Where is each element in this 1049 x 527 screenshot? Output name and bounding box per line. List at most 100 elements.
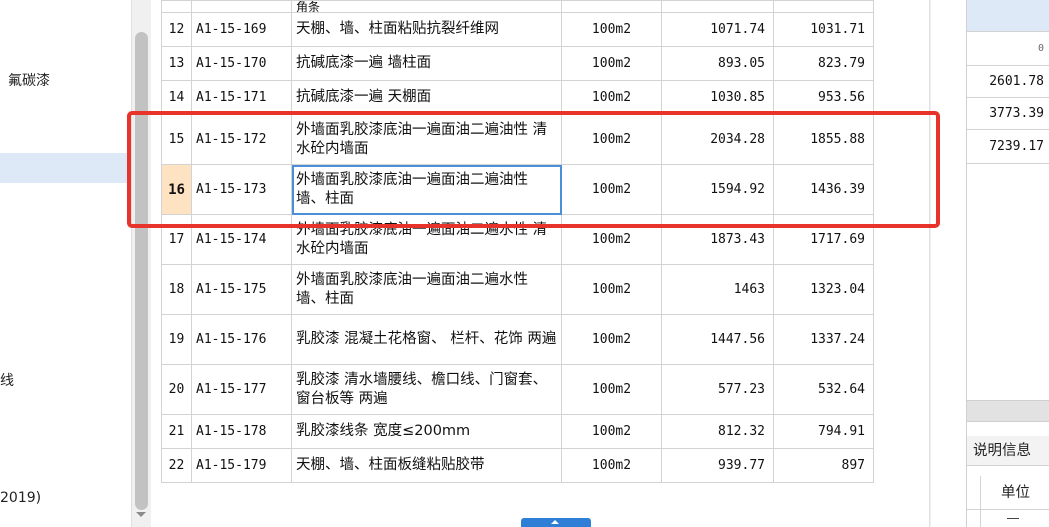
row-number: 13 bbox=[161, 46, 192, 81]
row-name: 外墙面乳胶漆底油一遍面油二遍油性 清水砼内墙面 bbox=[291, 114, 562, 165]
table-row-selected[interactable]: 16 A1-15-173 外墙面乳胶漆底油一遍面油二遍油性 墙、柱面 100m2… bbox=[161, 164, 874, 215]
unit-column-header[interactable]: 单位 bbox=[981, 476, 1049, 510]
table-row[interactable]: 20 A1-15-177 乳胶漆 清水墙腰线、檐口线、门窗套、窗台板等 两遍 1… bbox=[161, 364, 874, 415]
row-price2: 1717.69 bbox=[773, 214, 874, 265]
panel-collapse-tab[interactable] bbox=[521, 518, 591, 527]
row-price2: 1031.71 bbox=[773, 12, 874, 47]
quota-table: 角条 12 A1-15-169 天棚、墙、柱面粘贴抗裂纤维网 100m2 107… bbox=[161, 0, 874, 483]
scroll-down-arrow-icon[interactable] bbox=[136, 512, 146, 517]
right-value-small: 0 bbox=[967, 32, 1049, 66]
row-price1: 1030.85 bbox=[661, 80, 774, 115]
table-row-partial[interactable]: 角条 bbox=[161, 0, 874, 13]
row-name: 乳胶漆 清水墙腰线、檐口线、门窗套、窗台板等 两遍 bbox=[291, 364, 562, 415]
right-panel-selected-row[interactable] bbox=[967, 0, 1049, 32]
row-code: A1-15-170 bbox=[191, 46, 292, 81]
row-price1: 893.05 bbox=[661, 46, 774, 81]
row-price2: 1855.88 bbox=[773, 114, 874, 165]
row-number: 17 bbox=[161, 214, 192, 265]
table-row[interactable]: 21 A1-15-178 乳胶漆线条 宽度≤200mm 100m2 812.32… bbox=[161, 414, 874, 449]
row-unit: 100m2 bbox=[561, 414, 662, 449]
row-name: 抗碱底漆一遍 天棚面 bbox=[291, 80, 562, 115]
row-unit: 100m2 bbox=[561, 114, 662, 165]
row-price1: 1594.92 bbox=[661, 164, 774, 215]
row-price2: 1323.04 bbox=[773, 264, 874, 315]
row-unit: 100m2 bbox=[561, 364, 662, 415]
row-code: A1-15-175 bbox=[191, 264, 292, 315]
row-number: 15 bbox=[161, 114, 192, 165]
table-row[interactable]: 19 A1-15-176 乳胶漆 混凝土花格窗、 栏杆、花饰 两遍 100m2 … bbox=[161, 314, 874, 365]
row-price2: 1337.24 bbox=[773, 314, 874, 365]
row-price1: 1873.43 bbox=[661, 214, 774, 265]
left-scrollbar-thumb[interactable] bbox=[135, 32, 148, 510]
row-price2: 1436.39 bbox=[773, 164, 874, 215]
row-name: 天棚、墙、柱面板缝粘贴胶带 bbox=[291, 448, 562, 483]
unit-row-number bbox=[967, 510, 981, 527]
table-row[interactable]: 15 A1-15-172 外墙面乳胶漆底油一遍面油二遍油性 清水砼内墙面 100… bbox=[161, 114, 874, 165]
row-number bbox=[161, 0, 192, 13]
row-name[interactable]: 外墙面乳胶漆底油一遍面油二遍油性 墙、柱面 bbox=[291, 164, 562, 215]
table-row[interactable]: 17 A1-15-174 外墙面乳胶漆底油一遍面油二遍水性 清水砼内墙面 100… bbox=[161, 214, 874, 265]
unit-row bbox=[967, 510, 1049, 527]
row-price2: 532.64 bbox=[773, 364, 874, 415]
right-panel-splitter[interactable] bbox=[967, 400, 1049, 422]
row-name: 角条 bbox=[291, 0, 562, 13]
row-unit: 100m2 bbox=[561, 448, 662, 483]
row-name: 外墙面乳胶漆底油一遍面油二遍水性 墙、柱面 bbox=[291, 264, 562, 315]
left-selected-item[interactable] bbox=[0, 153, 130, 183]
row-price1: 1071.74 bbox=[661, 12, 774, 47]
row-number: 21 bbox=[161, 414, 192, 449]
row-price1: 577.23 bbox=[661, 364, 774, 415]
quota-list-panel: 角条 12 A1-15-169 天棚、墙、柱面粘贴抗裂纤维网 100m2 107… bbox=[151, 0, 951, 527]
row-number: 22 bbox=[161, 448, 192, 483]
row-price2: 953.56 bbox=[773, 80, 874, 115]
left-scrollbar[interactable] bbox=[131, 0, 151, 527]
row-unit: 100m2 bbox=[561, 314, 662, 365]
row-code bbox=[191, 0, 292, 13]
row-number: 19 bbox=[161, 314, 192, 365]
row-unit: 100m2 bbox=[561, 214, 662, 265]
row-price2: 823.79 bbox=[773, 46, 874, 81]
row-price1: 1447.56 bbox=[661, 314, 774, 365]
row-code: A1-15-173 bbox=[191, 164, 292, 215]
row-number: 18 bbox=[161, 264, 192, 315]
row-name: 外墙面乳胶漆底油一遍面油二遍水性 清水砼内墙面 bbox=[291, 214, 562, 265]
row-name: 乳胶漆 混凝土花格窗、 栏杆、花饰 两遍 bbox=[291, 314, 562, 365]
row-unit: 100m2 bbox=[561, 264, 662, 315]
right-value: 3773.39 bbox=[967, 98, 1049, 130]
row-code: A1-15-171 bbox=[191, 80, 292, 115]
row-price2: 897 bbox=[773, 448, 874, 483]
row-name: 抗碱底漆一遍 墙柱面 bbox=[291, 46, 562, 81]
left-item-fluorocarbon[interactable]: 氟碳漆 bbox=[8, 70, 50, 90]
row-unit: 100m2 bbox=[561, 80, 662, 115]
row-number: 16 bbox=[161, 164, 192, 215]
row-unit: 100m2 bbox=[561, 46, 662, 81]
left-tree-panel: 氟碳漆 线 2019) bbox=[0, 0, 132, 527]
quota-table-wrapper: 角条 12 A1-15-169 天棚、墙、柱面粘贴抗裂纤维网 100m2 107… bbox=[161, 0, 874, 483]
info-section-title[interactable]: 说明信息 bbox=[967, 436, 1049, 466]
left-item-2019[interactable]: 2019) bbox=[0, 490, 41, 506]
right-detail-panel: 0 2601.78 3773.39 7239.17 说明信息 单位 bbox=[966, 0, 1049, 527]
row-code: A1-15-179 bbox=[191, 448, 292, 483]
row-unit: 100m2 bbox=[561, 164, 662, 215]
table-row[interactable]: 22 A1-15-179 天棚、墙、柱面板缝粘贴胶带 100m2 939.77 … bbox=[161, 448, 874, 483]
table-row[interactable]: 18 A1-15-175 外墙面乳胶漆底油一遍面油二遍水性 墙、柱面 100m2… bbox=[161, 264, 874, 315]
row-number: 12 bbox=[161, 12, 192, 47]
table-row[interactable]: 12 A1-15-169 天棚、墙、柱面粘贴抗裂纤维网 100m2 1071.7… bbox=[161, 12, 874, 47]
row-price2 bbox=[773, 0, 874, 13]
row-number: 14 bbox=[161, 80, 192, 115]
row-unit bbox=[561, 0, 662, 13]
row-price1 bbox=[661, 0, 774, 13]
row-unit: 100m2 bbox=[561, 12, 662, 47]
row-code: A1-15-174 bbox=[191, 214, 292, 265]
left-item-line[interactable]: 线 bbox=[0, 370, 14, 390]
panel-gap bbox=[931, 0, 966, 527]
unit-header-row: 单位 bbox=[967, 476, 1049, 510]
dash-icon bbox=[1007, 518, 1019, 519]
row-name: 天棚、墙、柱面粘贴抗裂纤维网 bbox=[291, 12, 562, 47]
row-code: A1-15-178 bbox=[191, 414, 292, 449]
row-price1: 939.77 bbox=[661, 448, 774, 483]
row-name: 乳胶漆线条 宽度≤200mm bbox=[291, 414, 562, 449]
table-row[interactable]: 14 A1-15-171 抗碱底漆一遍 天棚面 100m2 1030.85 95… bbox=[161, 80, 874, 115]
table-row[interactable]: 13 A1-15-170 抗碱底漆一遍 墙柱面 100m2 893.05 823… bbox=[161, 46, 874, 81]
unit-row-number bbox=[967, 476, 981, 510]
